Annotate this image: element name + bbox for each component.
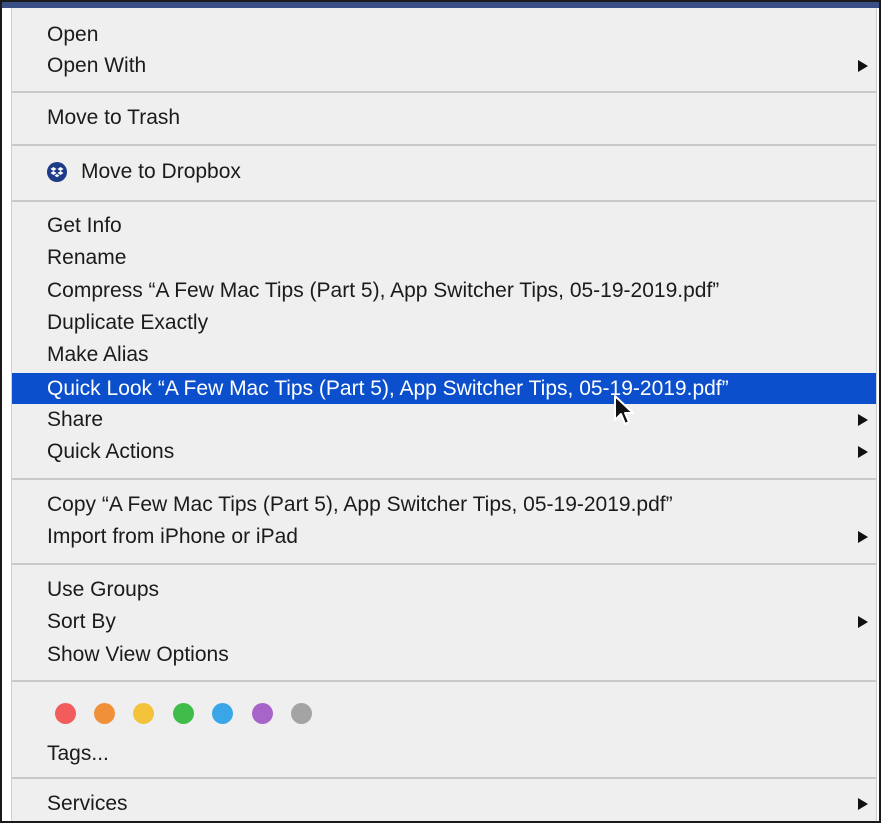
menu-item-label: Rename <box>47 246 127 269</box>
menu-item-move-to-dropbox[interactable]: Move to Dropbox <box>12 157 876 187</box>
menu-item-label: Use Groups <box>47 578 160 601</box>
menu-separator <box>12 680 876 682</box>
mouse-pointer-icon <box>614 395 634 425</box>
tag-green-dot[interactable] <box>173 703 194 724</box>
menu-item-open[interactable]: Open <box>12 20 876 50</box>
menu-item-compress[interactable]: Compress “A Few Mac Tips (Part 5), App S… <box>12 276 876 306</box>
menu-item-label: Copy “A Few Mac Tips (Part 5), App Switc… <box>47 493 673 516</box>
menu-item-quick-look[interactable]: Quick Look “A Few Mac Tips (Part 5), App… <box>12 373 876 404</box>
menu-item-make-alias[interactable]: Make Alias <box>12 340 876 370</box>
menu-item-quick-actions[interactable]: Quick Actions <box>12 437 876 467</box>
submenu-arrow-icon <box>858 60 868 72</box>
menu-item-label: Services <box>47 792 128 815</box>
submenu-arrow-icon <box>858 446 868 458</box>
tag-orange-dot[interactable] <box>94 703 115 724</box>
tag-blue-dot[interactable] <box>212 703 233 724</box>
menu-item-show-view-options[interactable]: Show View Options <box>12 640 876 670</box>
submenu-arrow-icon <box>858 414 868 426</box>
menu-item-label: Compress “A Few Mac Tips (Part 5), App S… <box>47 279 720 302</box>
menu-item-sort-by[interactable]: Sort By <box>12 607 876 637</box>
menu-item-label: Tags... <box>47 742 109 765</box>
menu-item-use-groups[interactable]: Use Groups <box>12 575 876 605</box>
menu-separator <box>12 200 876 202</box>
tag-red-dot[interactable] <box>55 703 76 724</box>
menu-item-label: Make Alias <box>47 343 149 366</box>
menu-item-label: Duplicate Exactly <box>47 311 209 334</box>
menu-item-open-with[interactable]: Open With <box>12 51 876 81</box>
dropbox-icon <box>47 162 67 182</box>
menu-item-label: Show View Options <box>47 643 229 666</box>
menu-item-rename[interactable]: Rename <box>12 243 876 273</box>
context-menu: Open Open With Move to Trash Move to Dro… <box>11 8 877 821</box>
submenu-arrow-icon <box>858 616 868 628</box>
menu-separator <box>12 777 876 779</box>
menu-item-label: Open <box>47 23 99 46</box>
menu-item-move-to-trash[interactable]: Move to Trash <box>12 103 876 133</box>
tag-gray-dot[interactable] <box>291 703 312 724</box>
submenu-arrow-icon <box>858 798 868 810</box>
menu-item-services[interactable]: Services <box>12 789 876 819</box>
menu-item-label: Sort By <box>47 610 116 633</box>
tag-yellow-dot[interactable] <box>133 703 154 724</box>
tag-purple-dot[interactable] <box>252 703 273 724</box>
screenshot-frame: Open Open With Move to Trash Move to Dro… <box>0 0 881 823</box>
menu-item-label: Get Info <box>47 214 122 237</box>
menu-item-label: Open With <box>47 54 147 77</box>
menu-separator <box>12 144 876 146</box>
menu-item-label: Move to Dropbox <box>81 160 241 183</box>
menu-item-label: Import from iPhone or iPad <box>47 525 298 548</box>
submenu-arrow-icon <box>858 531 868 543</box>
menu-item-duplicate-exactly[interactable]: Duplicate Exactly <box>12 308 876 338</box>
menu-item-label: Quick Actions <box>47 440 175 463</box>
menu-item-label: Share <box>47 408 104 431</box>
menu-item-copy[interactable]: Copy “A Few Mac Tips (Part 5), App Switc… <box>12 490 876 520</box>
menu-separator <box>12 478 876 480</box>
menu-item-get-info[interactable]: Get Info <box>12 211 876 241</box>
menu-item-tags[interactable]: Tags... <box>12 739 876 769</box>
menu-separator <box>12 91 876 93</box>
menu-separator <box>12 563 876 565</box>
menu-item-import-from-iphone[interactable]: Import from iPhone or iPad <box>12 522 876 552</box>
menu-item-label: Move to Trash <box>47 106 181 129</box>
menu-item-share[interactable]: Share <box>12 405 876 435</box>
